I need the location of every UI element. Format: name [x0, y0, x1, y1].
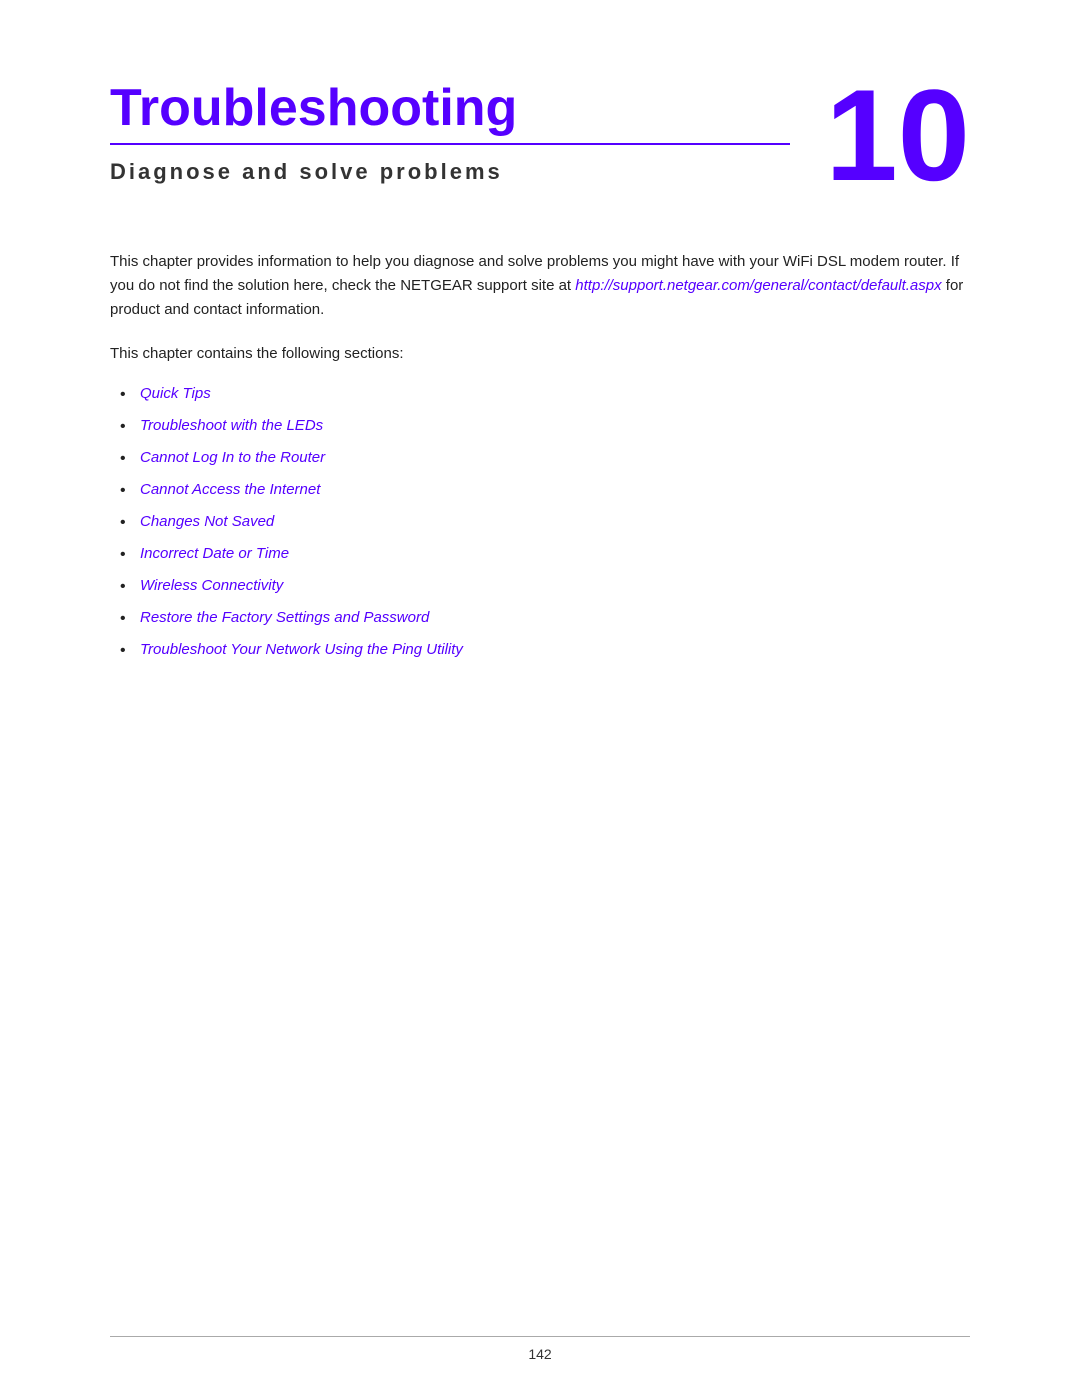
list-item: Restore the Factory Settings and Passwor… [140, 606, 970, 630]
list-item: Cannot Access the Internet [140, 478, 970, 502]
sections-list: Quick Tips Troubleshoot with the LEDs Cann… [110, 382, 970, 662]
section-link[interactable]: Troubleshoot with the LEDs [140, 417, 323, 434]
title-block: Troubleshooting Diagnose and solve probl… [110, 80, 825, 185]
section-link[interactable]: Changes Not Saved [140, 513, 274, 530]
section-link[interactable]: Quick Tips [140, 385, 211, 402]
page-container: Troubleshooting Diagnose and solve probl… [0, 0, 1080, 1397]
section-link[interactable]: Cannot Log In to the Router [140, 449, 325, 466]
section-link[interactable]: Troubleshoot Your Network Using the Ping… [140, 641, 463, 658]
page-number: 142 [528, 1346, 551, 1362]
section-link[interactable]: Cannot Access the Internet [140, 481, 320, 498]
section-link[interactable]: Restore the Factory Settings and Passwor… [140, 609, 429, 626]
chapter-title: Troubleshooting [110, 80, 825, 137]
section-link[interactable]: Wireless Connectivity [140, 577, 283, 594]
chapter-number: 10 [825, 70, 970, 200]
list-item: Troubleshoot Your Network Using the Ping… [140, 638, 970, 662]
list-item: Troubleshoot with the LEDs [140, 414, 970, 438]
chapter-subtitle: Diagnose and solve problems [110, 159, 825, 185]
section-link[interactable]: Incorrect Date or Time [140, 545, 289, 562]
sections-intro: This chapter contains the following sect… [110, 342, 970, 366]
title-underline [110, 143, 790, 145]
netgear-support-link[interactable]: http://support.netgear.com/general/conta… [575, 277, 941, 294]
list-item: Cannot Log In to the Router [140, 446, 970, 470]
list-item: Wireless Connectivity [140, 574, 970, 598]
list-item: Changes Not Saved [140, 510, 970, 534]
list-item: Incorrect Date or Time [140, 542, 970, 566]
bottom-divider [110, 1336, 970, 1337]
intro-paragraph: This chapter provides information to hel… [110, 250, 970, 322]
list-item: Quick Tips [140, 382, 970, 406]
header-section: Troubleshooting Diagnose and solve probl… [110, 80, 970, 200]
